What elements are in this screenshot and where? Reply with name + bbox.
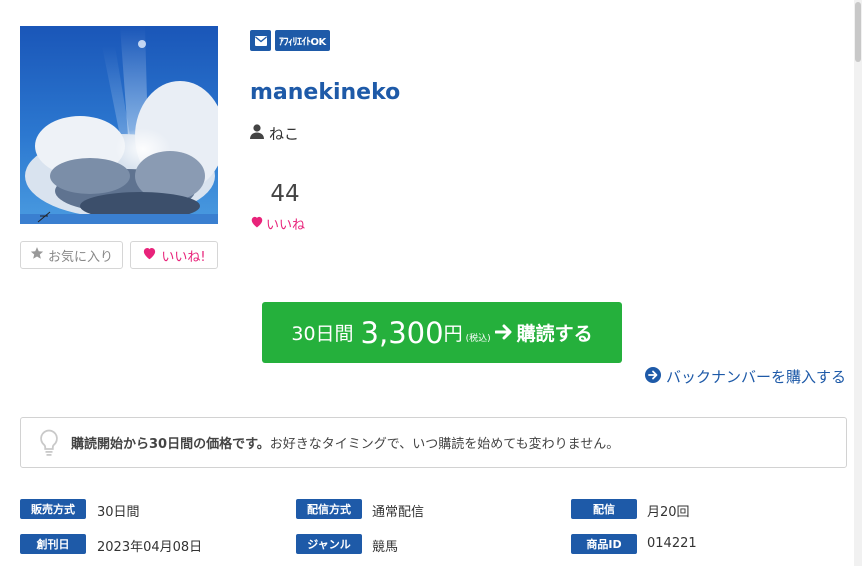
heart-icon bbox=[142, 246, 157, 264]
subscribe-period: 30日間 bbox=[291, 323, 354, 345]
delivery-method-value: 通常配信 bbox=[372, 505, 425, 520]
founded-value: 2023年04月08日 bbox=[97, 540, 203, 555]
mail-badge bbox=[250, 30, 271, 51]
lightbulb-icon bbox=[39, 429, 59, 457]
notice-body: お好きなタイミングで、いつ購読を始めても変わりません。 bbox=[269, 437, 620, 452]
page-scrollbar[interactable] bbox=[854, 0, 862, 566]
subscribe-currency: 円 bbox=[443, 323, 463, 345]
affiliate-badge: ｱﾌｨﾘｴｲﾄOK bbox=[275, 30, 330, 51]
star-icon bbox=[30, 246, 44, 264]
like-button[interactable]: いいね! bbox=[130, 241, 218, 269]
delivery-method-label: 配信方式 bbox=[296, 499, 362, 519]
notice-bold: 購読開始から30日間の価格です。 bbox=[71, 437, 270, 452]
tax-note: (税込) bbox=[465, 334, 491, 344]
subscribe-action: 購読する bbox=[516, 323, 593, 345]
magazine-thumbnail bbox=[20, 26, 218, 224]
author[interactable]: ねこ bbox=[250, 123, 299, 144]
like-stat-text: いいね bbox=[266, 218, 306, 233]
backnumber-label: バックナンバーを購入する bbox=[665, 368, 846, 386]
notice-text: 購読開始から30日間の価格です。お好きなタイミングで、いつ購読を始めても変わりま… bbox=[71, 433, 619, 452]
price-notice: 購読開始から30日間の価格です。お好きなタイミングで、いつ購読を始めても変わりま… bbox=[20, 417, 847, 468]
founded-label: 創刊日 bbox=[20, 534, 86, 554]
delivery-value: 月20回 bbox=[647, 505, 690, 520]
magazine-title[interactable]: manekineko bbox=[250, 80, 400, 105]
sales-method-value: 30日間 bbox=[97, 505, 140, 520]
arrow-right-icon bbox=[494, 321, 513, 345]
subscribe-button[interactable]: 30日間 3,300 円 (税込) 購読する bbox=[262, 302, 622, 363]
product-id-label: 商品ID bbox=[571, 534, 637, 554]
genre-label: ジャンル bbox=[296, 534, 362, 554]
scrollbar-thumb[interactable] bbox=[855, 2, 861, 62]
favorite-label: お気に入り bbox=[47, 249, 113, 265]
backnumber-link[interactable]: バックナンバーを購入する bbox=[644, 366, 846, 387]
sales-method-label: 販売方式 bbox=[20, 499, 86, 519]
envelope-icon bbox=[254, 31, 267, 50]
heart-icon bbox=[250, 215, 264, 232]
product-id-value: 014221 bbox=[647, 536, 697, 551]
favorite-button[interactable]: お気に入り bbox=[20, 241, 123, 269]
subscribe-price: 3,300 bbox=[360, 315, 444, 350]
delivery-label: 配信 bbox=[571, 499, 637, 519]
like-stat-label: いいね bbox=[250, 214, 305, 233]
genre-value[interactable]: 競馬 bbox=[372, 536, 398, 555]
like-button-label: いいね! bbox=[161, 249, 206, 265]
arrow-circle-right-icon bbox=[644, 366, 661, 387]
like-count: 44 bbox=[270, 181, 300, 207]
author-name: ねこ bbox=[269, 125, 300, 143]
user-icon bbox=[250, 124, 264, 143]
